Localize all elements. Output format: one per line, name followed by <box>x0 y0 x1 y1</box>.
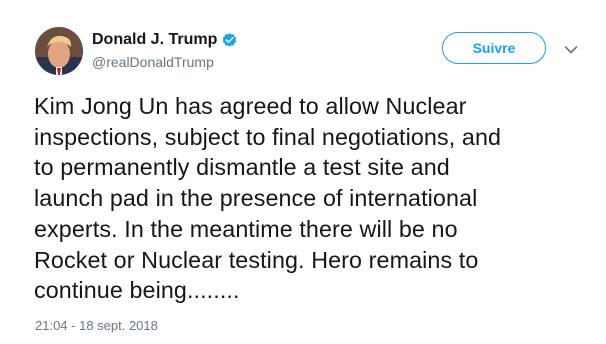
tweet-timestamp[interactable]: 21:04 - 18 sept. 2018 <box>35 318 158 334</box>
follow-button[interactable]: Suivre <box>442 32 546 64</box>
avatar[interactable] <box>35 27 83 75</box>
profile-avatar-image <box>35 27 83 75</box>
tweet-text-line: experts. In the meantime there will be n… <box>34 215 458 242</box>
tweet-text-line: to permanently dismantle a test site and <box>34 154 450 181</box>
author-display-name[interactable]: Donald J. Trump <box>92 31 217 49</box>
tweet-text-line: Kim Jong Un has agreed to allow Nuclear <box>34 93 467 119</box>
tweet-text-line: inspections, subject to final negotiatio… <box>34 123 502 150</box>
tweet-text-line: Rocket or Nuclear testing. Hero remains … <box>34 246 479 273</box>
author-name-row: Donald J. Trump <box>92 31 238 49</box>
tweet-card: Donald J. Trump @realDonaldTrump Suivre … <box>0 0 606 344</box>
tweet-text-line: continue being........ <box>34 277 240 304</box>
tweet-text: Kim Jong Un has agreed to allow Nuclear … <box>34 91 594 306</box>
verified-badge-icon <box>221 32 238 49</box>
author-handle[interactable]: @realDonaldTrump <box>92 54 214 70</box>
tweet-text-line: launch pad in the presence of internatio… <box>34 185 478 212</box>
chevron-down-icon[interactable] <box>564 42 578 54</box>
